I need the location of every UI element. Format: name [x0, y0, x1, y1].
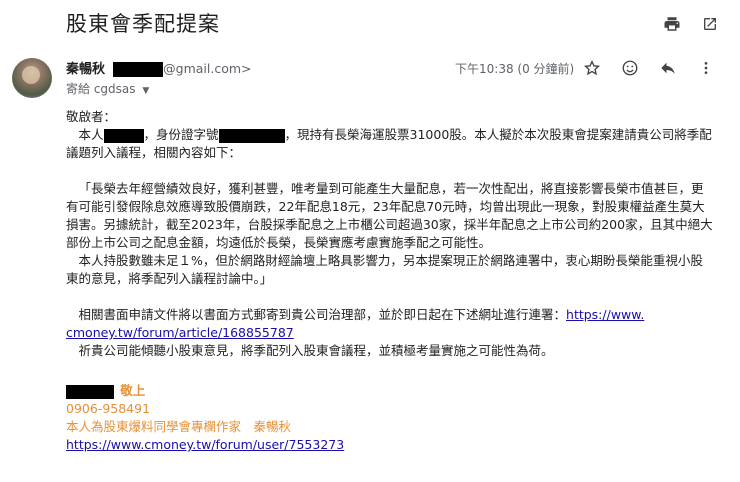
emoji-icon[interactable] [620, 58, 640, 78]
article-link-cont[interactable]: cmoney.tw/forum/article/168855787 [66, 325, 294, 340]
open-in-new-icon[interactable] [700, 14, 720, 34]
redacted-block [113, 62, 164, 77]
text: ，身份證字號 [143, 127, 219, 142]
signature-title: 本人為股東爆料同學會專欄作家 秦暢秋 [66, 419, 292, 434]
paragraph-2-cont: cmoney.tw/forum/article/168855787 [66, 324, 726, 342]
message-toolbar [582, 58, 716, 78]
subject-toolbar [662, 14, 720, 34]
text: ，現持有長榮海運股票31000股。本人擬於本次股東會提案建請貴公司將季配 [284, 127, 712, 142]
text: 本人持股數雖未足１%，但於網路財經論壇上略具影響力，另本提案現正於網路連署中，衷… [78, 253, 703, 268]
quote-line-2: 有可能引發假除息效應導致股價崩跌，22年配息18元，23年配息70元時，均曾出現… [66, 199, 705, 214]
quote-line-4: 部份上市公司之配息金額，均遠低於長榮，長榮實應考慮實施季配之可能性。 [66, 235, 492, 250]
profile-link[interactable]: https://www.cmoney.tw/forum/user/7553273 [66, 437, 344, 452]
sender-line: 秦暢秋 @gmail.com> [66, 58, 252, 77]
email-body: 敬啟者： 本人 ，身份證字號 ，現持有長榮海運股票31000股。本人擬於本次股東會提… [66, 108, 726, 454]
email-subject: 股東會季配提案 [66, 12, 220, 36]
closing-text: 敬上 [120, 383, 146, 398]
redacted-block [218, 128, 285, 143]
text: 「長榮去年經營績效良好，獲利甚豐，唯考量到可能產生大量配息，若一次性配出，將直接… [78, 181, 704, 196]
text: 祈貴公司能傾聽小股東意見，將季配列入股東會議程，並積極考量實施之可能性為荷。 [78, 343, 554, 358]
recipient-label: 寄給 cgdsas [66, 82, 136, 96]
signature-closing: 敬上 [66, 382, 726, 400]
print-icon[interactable] [662, 14, 682, 34]
avatar[interactable] [12, 58, 52, 98]
recipient-line[interactable]: 寄給 cgdsas ▼ [66, 80, 149, 97]
redacted-block [103, 128, 144, 143]
article-link[interactable]: https://www. [566, 307, 644, 322]
quote-line-1: 「長榮去年經營績效良好，獲利甚豐，唯考量到可能產生大量配息，若一次性配出，將直接… [66, 180, 726, 198]
greeting: 敬啟者： [66, 109, 117, 124]
text: 本人 [78, 127, 104, 142]
quote-line-3: 損害。另據統計，截至2023年，台股採季配息之上市櫃公司超過30家，採半年配息之… [66, 217, 713, 232]
star-icon[interactable] [582, 58, 602, 78]
quote-line-6: 東的意見，將季配列入議程討論中。」 [66, 271, 273, 286]
signature-phone: 0906-958491 [66, 401, 151, 416]
timestamp: 下午10:38 (0 分鐘前) [455, 62, 575, 76]
redacted-block [66, 384, 114, 399]
paragraph-2: 相關書面申請文件將以書面方式郵寄到貴公司治理部，並於即日起在下述網址進行連署：h… [66, 306, 726, 324]
sender-name: 秦暢秋 [66, 62, 106, 77]
paragraph-1: 本人 ，身份證字號 ，現持有長榮海運股票31000股。本人擬於本次股東會提案建請貴公… [66, 126, 726, 144]
quote-line-5: 本人持股數雖未足１%，但於網路財經論壇上略具影響力，另本提案現正於網路連署中，衷… [66, 252, 726, 270]
sender-email: @gmail.com> [163, 61, 252, 76]
signature-link-row: https://www.cmoney.tw/forum/user/7553273 [66, 436, 726, 454]
paragraph-3: 祈貴公司能傾聽小股東意見，將季配列入股東會議程，並積極考量實施之可能性為荷。 [66, 342, 726, 360]
chevron-down-icon[interactable]: ▼ [142, 86, 149, 96]
reply-icon[interactable] [658, 58, 678, 78]
more-vert-icon[interactable] [696, 58, 716, 78]
text: 相關書面申請文件將以書面方式郵寄到貴公司治理部，並於即日起在下述網址進行連署： [78, 307, 567, 322]
paragraph-1-cont: 議題列入議程，相關內容如下： [66, 145, 242, 160]
